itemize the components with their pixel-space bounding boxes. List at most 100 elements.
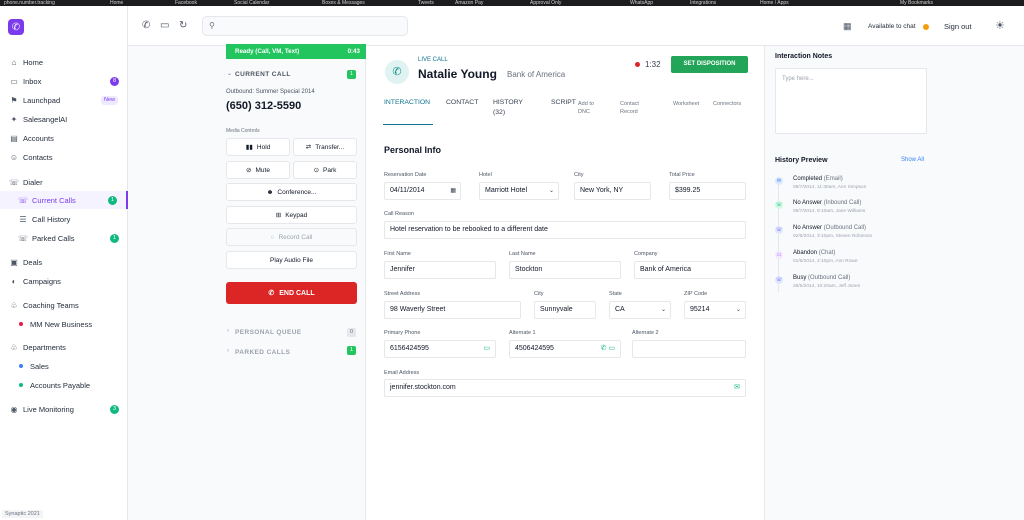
end-call-label: END CALL — [279, 289, 315, 297]
sidebar-item-label: Accounts Payable — [30, 380, 91, 390]
city2-field[interactable]: Sunnyvale — [534, 301, 596, 319]
personal-queue-header[interactable]: PERSONAL QUEUE — [235, 329, 302, 336]
alternate1-field[interactable]: 4506424595 ✆ ▭ — [509, 340, 621, 358]
reservation-date-field[interactable]: 04/11/2014 ▦ — [384, 182, 461, 200]
end-call-button[interactable]: ✆ END CALL — [226, 282, 357, 304]
sidebar-item-current-calls[interactable]: ☏ Current Calls 1 — [0, 191, 128, 209]
park-button[interactable]: ⊙ Park — [293, 161, 357, 179]
interaction-notes-textarea[interactable]: Type here... — [775, 68, 927, 134]
launchpad-icon: ⚑ — [10, 95, 18, 105]
sidebar-item-live-monitoring[interactable]: ◉ Live Monitoring 3 — [0, 400, 128, 418]
search-input[interactable]: ⚲ — [202, 16, 408, 36]
sidebar-item-deals[interactable]: ▣ Deals — [0, 253, 128, 271]
call-reason-field[interactable]: Hotel reservation to be rebooked to a di… — [384, 221, 746, 239]
sidebar-item-mm-new-business[interactable]: MM New Business — [0, 315, 128, 333]
company-field[interactable]: Bank of America — [634, 261, 746, 279]
history-item-meta: 09/7/2014, 11:30am, Ann Simpson — [793, 185, 867, 190]
inbound-call-icon: ☏ — [775, 201, 783, 209]
conference-button[interactable]: ☻ Conference... — [226, 183, 357, 201]
play-audio-button[interactable]: Play Audio File — [226, 251, 357, 269]
live-call-phone-icon: ✆ — [385, 60, 409, 84]
contact-record-link-line2[interactable]: Record — [620, 109, 638, 115]
tab-history[interactable]: HISTORY — [493, 99, 523, 106]
sidebar-item-parked-calls[interactable]: ☏ Parked Calls 1 — [0, 229, 128, 247]
keypad-button[interactable]: ⊞ Keypad — [226, 206, 357, 224]
history-item[interactable]: ☏ No Answer (Inbound Call) 05/7/2014, 9:… — [775, 200, 935, 224]
chevron-right-icon[interactable]: › — [227, 328, 229, 334]
sidebar-item-coaching-teams[interactable]: ♧ Coaching Teams — [0, 296, 128, 314]
email-icon[interactable]: ✉ — [734, 380, 740, 396]
history-count: (32) — [493, 109, 506, 116]
tab-contact[interactable]: CONTACT — [446, 99, 478, 106]
first-name-field[interactable]: Jennifer — [384, 261, 496, 279]
mute-button[interactable]: ⊘ Mute — [226, 161, 290, 179]
alternate2-field[interactable] — [632, 340, 746, 358]
show-all-link[interactable]: Show All — [901, 157, 924, 163]
hotel-select[interactable]: Marriott Hotel ⌄ — [479, 182, 559, 200]
tab-worksheet[interactable]: Worksheet — [673, 101, 699, 107]
zip-value: 95214 — [690, 306, 710, 313]
sidebar-item-salesangelai[interactable]: ✦ SalesangelAI — [0, 110, 128, 128]
first-name-label: First Name — [384, 251, 411, 257]
app-logo[interactable]: ✆ — [8, 19, 24, 35]
sidebar-item-launchpad[interactable]: ⚑ Launchpad New — [0, 91, 128, 109]
brightness-icon[interactable]: ☀ — [995, 19, 1005, 32]
sidebar-item-accounts[interactable]: ▤ Accounts — [0, 129, 128, 147]
history-item[interactable]: ☏ No Answer (Outbound Call) 02/6/2014, 3… — [775, 225, 935, 249]
contact-name: Natalie Young — [418, 67, 497, 81]
sms-icon[interactable]: ▭ — [483, 341, 490, 357]
tab-connectors[interactable]: Connectors — [713, 101, 741, 107]
phone-icon[interactable]: ✆ — [142, 20, 150, 31]
history-item[interactable]: ▭ Abandon (Chat) 01/6/2014, 2:10pm, Ann … — [775, 250, 935, 274]
chat-icon[interactable]: ▭ — [160, 20, 169, 31]
sidebar-item-inbox[interactable]: ▭ Inbox 8 — [0, 72, 128, 90]
agent-status-bar[interactable]: Ready (Call, VM, Text) 0:43 — [226, 44, 366, 59]
transfer-button[interactable]: ⇄ Transfer... — [293, 138, 357, 156]
city-field[interactable]: New York, NY — [574, 182, 651, 200]
last-name-field[interactable]: Stockton — [509, 261, 621, 279]
add-to-dnc-link[interactable]: Add to — [578, 101, 594, 107]
tab-interaction[interactable]: INTERACTION — [384, 99, 430, 106]
set-disposition-button[interactable]: SET DISPOSITION — [671, 56, 748, 73]
sidebar-item-dialer[interactable]: ☏ Dialer — [0, 173, 128, 191]
history-item[interactable]: ☏ Busy (Outbound Call) 28/5/2014, 10:20a… — [775, 275, 935, 299]
chevron-right-icon[interactable]: › — [227, 348, 229, 354]
call-and-sms-icons[interactable]: ✆ ▭ — [601, 341, 615, 357]
primary-phone-field[interactable]: 6156424595 ▭ — [384, 340, 496, 358]
record-call-button[interactable]: ○ Record Call — [226, 228, 357, 246]
refresh-icon[interactable]: ↻ — [179, 20, 187, 31]
tab-script[interactable]: SCRIPT — [551, 99, 576, 106]
sidebar-item-label: Current Calls — [32, 195, 76, 205]
email-field[interactable]: jennifer.stockton.com ✉ — [384, 379, 746, 397]
sidebar-item-accounts-payable[interactable]: Accounts Payable — [0, 376, 128, 394]
total-price-field[interactable]: $399.25 — [669, 182, 746, 200]
availability-label[interactable]: Available to chat — [868, 23, 916, 30]
history-item[interactable]: ✉ Completed (Email) 09/7/2014, 11:30am, … — [775, 176, 935, 200]
zip-select[interactable]: 95214 ⌄ — [684, 301, 746, 319]
hotel-label: Hotel — [479, 172, 492, 178]
sidebar-item-departments[interactable]: ♧ Departments — [0, 338, 128, 356]
recording-indicator — [635, 62, 640, 67]
chevron-down-icon[interactable]: ⌄ — [227, 70, 232, 77]
primary-phone-label: Primary Phone — [384, 330, 421, 336]
hold-button[interactable]: ▮▮ Hold — [226, 138, 290, 156]
state-label: State — [609, 291, 622, 297]
street-address-field[interactable]: 98 Waverly Street — [384, 301, 521, 319]
sidebar-item-call-history[interactable]: ☰ Call History — [0, 210, 128, 228]
sidebar-item-sales[interactable]: Sales — [0, 357, 128, 375]
signout-link[interactable]: Sign out — [944, 22, 972, 31]
calendar-icon[interactable]: ▦ — [450, 183, 456, 199]
contact-record-link[interactable]: Contact — [620, 101, 639, 107]
calendar-icon[interactable]: ▦ — [843, 21, 852, 32]
parked-calls-header[interactable]: PARKED CALLS — [235, 349, 290, 356]
sidebar-item-campaigns[interactable]: ◐ Campaigns — [0, 272, 128, 290]
sidebar-item-home[interactable]: ⌂ Home — [0, 53, 128, 71]
mute-icon: ⊘ — [246, 167, 252, 174]
current-call-header[interactable]: CURRENT CALL — [235, 71, 291, 78]
state-select[interactable]: CA ⌄ — [609, 301, 671, 319]
sidebar-item-contacts[interactable]: ☺ Contacts — [0, 148, 128, 166]
record-label: Record Call — [278, 233, 313, 241]
app-version-label: Synaptic 2021 — [2, 510, 43, 518]
add-to-dnc-link-line2[interactable]: DNC — [578, 109, 590, 115]
monitoring-icon: ◉ — [10, 404, 18, 414]
